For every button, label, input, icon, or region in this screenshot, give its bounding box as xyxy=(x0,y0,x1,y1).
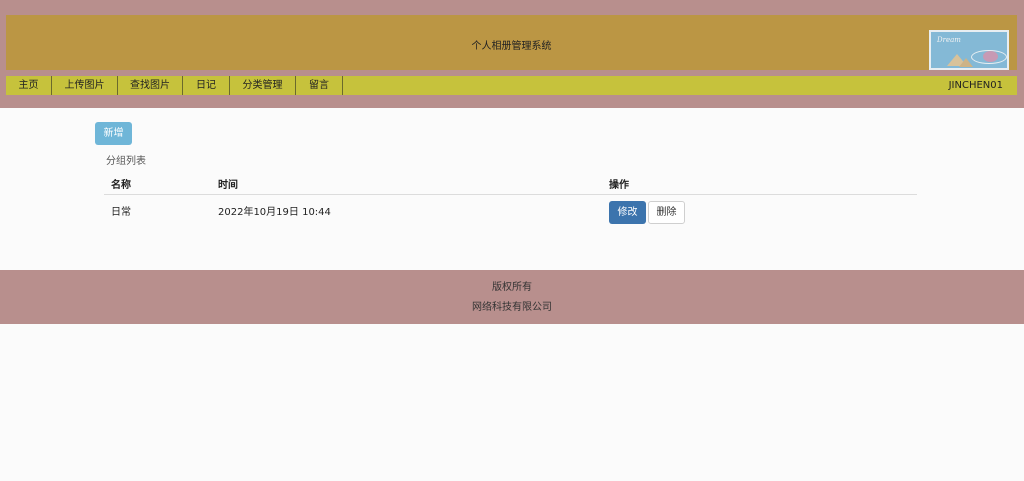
page: 个人相册管理系统 Dream 主页 上传图片 查找图片 日记 分类管理 留言 J… xyxy=(0,0,1024,481)
logo-mountain-shape-small xyxy=(959,58,973,67)
edit-button[interactable]: 修改 xyxy=(609,201,646,224)
delete-button[interactable]: 删除 xyxy=(648,201,685,224)
footer-copyright: 版权所有 xyxy=(492,282,532,293)
footer-company: 网络科技有限公司 xyxy=(472,302,552,313)
header: 个人相册管理系统 Dream 主页 上传图片 查找图片 日记 分类管理 留言 J… xyxy=(0,0,1024,108)
table-header-name: 名称 xyxy=(111,180,131,191)
nav-bar: 主页 上传图片 查找图片 日记 分类管理 留言 JINCHEN01 xyxy=(6,76,1017,95)
cell-time: 2022年10月19日 10:44 xyxy=(218,207,331,218)
user-name[interactable]: JINCHEN01 xyxy=(949,76,1003,95)
nav-item-diary[interactable]: 日记 xyxy=(183,76,230,95)
table-divider xyxy=(104,194,917,195)
site-title: 个人相册管理系统 xyxy=(471,41,552,52)
table-header-time: 时间 xyxy=(218,180,238,191)
table-header-action: 操作 xyxy=(609,180,629,191)
footer: 版权所有 网络科技有限公司 xyxy=(0,270,1024,324)
section-title: 分组列表 xyxy=(106,156,146,167)
banner: 个人相册管理系统 xyxy=(6,15,1017,70)
new-button[interactable]: 新增 xyxy=(95,122,132,145)
nav-item-search[interactable]: 查找图片 xyxy=(118,76,183,95)
logo-text: Dream xyxy=(937,36,961,44)
logo: Dream xyxy=(929,30,1009,70)
nav-item-upload[interactable]: 上传图片 xyxy=(52,76,118,95)
nav-item-message[interactable]: 留言 xyxy=(296,76,343,95)
cell-name: 日常 xyxy=(111,207,131,218)
nav-item-home[interactable]: 主页 xyxy=(6,76,52,95)
logo-planet-shape xyxy=(983,51,998,62)
nav-item-category[interactable]: 分类管理 xyxy=(230,76,296,95)
